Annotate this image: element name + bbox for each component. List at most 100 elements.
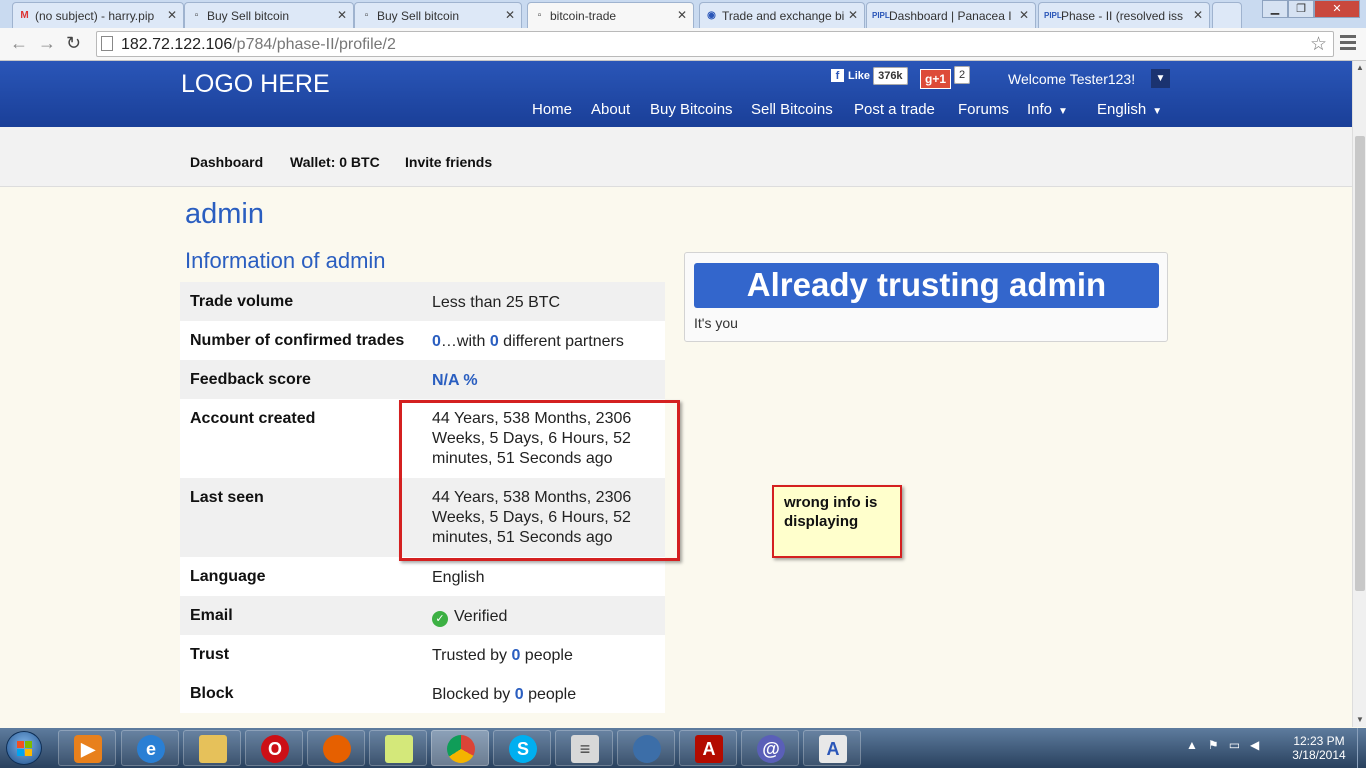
bookmark-star-icon[interactable]: ☆	[1310, 33, 1327, 56]
browser-tab-bar: M (no subject) - harry.pip ✕ ▫ Buy Sell …	[0, 0, 1366, 28]
document-icon: ≡	[571, 735, 599, 763]
tab-buy-sell-2[interactable]: ▫ Buy Sell bitcoin ✕	[354, 2, 522, 28]
blocked-by-count[interactable]: 0	[515, 686, 524, 703]
close-icon[interactable]: ✕	[337, 8, 347, 22]
back-icon[interactable]: ←	[10, 33, 28, 54]
table-row: Block Blocked by 0 people	[180, 674, 665, 713]
system-clock[interactable]: 12:23 PM 3/18/2014	[1288, 734, 1350, 762]
chevron-down-icon: ▼	[1058, 106, 1068, 117]
volume-icon[interactable]: ◀	[1250, 738, 1259, 752]
taskbar-adobe-reader[interactable]: A	[679, 730, 737, 766]
fb-like-label: Like	[848, 70, 871, 82]
scroll-down-icon[interactable]: ▼	[1353, 713, 1366, 727]
tab-phase-ii[interactable]: PIPL Phase - II (resolved iss ✕	[1038, 2, 1210, 28]
tab-label: Buy Sell bitcoin	[377, 9, 460, 23]
close-icon[interactable]: ✕	[1193, 8, 1203, 22]
scroll-up-icon[interactable]: ▲	[1353, 61, 1366, 75]
facebook-icon: f	[831, 69, 844, 82]
feedback-score-value[interactable]: N/A %	[432, 371, 652, 391]
new-tab-button[interactable]	[1212, 2, 1242, 28]
already-trusting-button[interactable]: Already trusting admin	[694, 263, 1159, 308]
chevron-down-icon: ▼	[1152, 106, 1163, 117]
value-text: people	[520, 647, 573, 664]
taskbar-chrome[interactable]	[431, 730, 489, 766]
trusted-by-count[interactable]: 0	[511, 647, 520, 664]
tab-buy-sell-1[interactable]: ▫ Buy Sell bitcoin ✕	[184, 2, 354, 28]
taskbar-thunderbird[interactable]	[617, 730, 675, 766]
google-plus-button[interactable]: g+1	[920, 69, 952, 89]
tab-gmail[interactable]: M (no subject) - harry.pip ✕	[12, 2, 184, 28]
partners-count[interactable]: 0	[490, 333, 499, 350]
close-icon[interactable]: ✕	[677, 8, 687, 22]
taskbar-skype[interactable]: S	[493, 730, 551, 766]
taskbar-sticky-notes[interactable]	[369, 730, 427, 766]
minimize-button[interactable]: ▁	[1262, 0, 1288, 18]
tab-bitcoin-trade[interactable]: ▫ bitcoin-trade ✕	[527, 2, 694, 28]
close-icon[interactable]: ✕	[1019, 8, 1029, 22]
taskbar-firefox[interactable]	[307, 730, 365, 766]
forward-icon[interactable]: →	[38, 33, 56, 54]
taskbar-file-explorer[interactable]	[183, 730, 241, 766]
tab-dashboard[interactable]: PIPL Dashboard | Panacea I ✕	[866, 2, 1036, 28]
nav-language[interactable]: English ▼	[1097, 101, 1162, 118]
row-value: Less than 25 BTC	[432, 294, 561, 311]
taskbar-internet-explorer[interactable]: e	[121, 730, 179, 766]
annotation-highlight-box	[399, 400, 680, 561]
taskbar-opera[interactable]: O	[245, 730, 303, 766]
value-text: Blocked by	[432, 686, 515, 703]
close-window-button[interactable]: ✕	[1314, 0, 1360, 18]
taskbar-app[interactable]: @	[741, 730, 799, 766]
nav-info-label: Info	[1027, 101, 1053, 118]
adobe-reader-icon: A	[695, 735, 723, 763]
subnav-wallet[interactable]: Wallet: 0 BTC	[290, 154, 380, 170]
row-label: Trade volume	[190, 293, 294, 310]
nav-about[interactable]: About	[591, 101, 630, 118]
maximize-button[interactable]: ❐	[1288, 0, 1314, 18]
page-icon: ▫	[364, 10, 369, 21]
nav-post-trade[interactable]: Post a trade	[854, 101, 935, 118]
close-icon[interactable]: ✕	[167, 8, 177, 22]
show-desktop-button[interactable]	[1357, 728, 1366, 768]
taskbar-text-editor[interactable]: A	[803, 730, 861, 766]
start-button[interactable]	[6, 731, 42, 765]
row-label: Email	[190, 607, 233, 624]
user-dropdown-icon[interactable]: ▼	[1151, 69, 1170, 88]
close-icon[interactable]: ✕	[505, 8, 515, 22]
gmail-icon: M	[20, 10, 29, 21]
tab-trade-exchange[interactable]: ◉ Trade and exchange bi ✕	[699, 2, 865, 28]
nav-info[interactable]: Info ▼	[1027, 101, 1068, 118]
show-hidden-icons-icon[interactable]: ▲	[1186, 738, 1198, 752]
nav-home[interactable]: Home	[532, 101, 572, 118]
page-icon	[101, 36, 113, 51]
table-row: Trade volume Less than 25 BTC	[180, 282, 665, 321]
taskbar-media-player[interactable]: ▶	[58, 730, 116, 766]
action-center-icon[interactable]: ⚑	[1208, 738, 1219, 752]
browser-menu-icon[interactable]	[1340, 35, 1356, 53]
site-logo[interactable]: LOGO HERE	[181, 70, 330, 99]
firefox-icon	[323, 735, 351, 763]
row-label: Language	[190, 568, 266, 585]
subnav-invite-friends[interactable]: Invite friends	[405, 154, 492, 170]
row-value: English	[432, 569, 485, 586]
nav-sell-bitcoins[interactable]: Sell Bitcoins	[751, 101, 833, 118]
confirmed-trades-count[interactable]: 0	[432, 333, 441, 350]
page-scrollbar[interactable]: ▲ ▼	[1352, 61, 1366, 727]
trust-panel: Already trusting admin It's you	[684, 252, 1168, 342]
facebook-like-button[interactable]: f Like 376k	[831, 67, 908, 89]
reload-icon[interactable]: ↻	[66, 33, 81, 54]
scrollbar-thumb[interactable]	[1355, 136, 1365, 591]
close-icon[interactable]: ✕	[848, 8, 858, 22]
tab-label: (no subject) - harry.pip	[35, 9, 155, 23]
nav-buy-bitcoins[interactable]: Buy Bitcoins	[650, 101, 733, 118]
subnav-dashboard[interactable]: Dashboard	[190, 154, 263, 170]
nav-forums[interactable]: Forums	[958, 101, 1009, 118]
row-label: Number of confirmed trades	[190, 332, 405, 349]
url-input[interactable]: 182.72.122.106/p784/phase-II/profile/2 ☆	[96, 31, 1334, 57]
network-icon[interactable]: ▭	[1229, 738, 1240, 752]
row-label: Block	[190, 685, 234, 702]
tab-label: bitcoin-trade	[550, 9, 617, 23]
windows-taskbar: ▶ e O S ≡ A @ A ▲ ⚑ ▭ ◀ 12:23 PM 3/18/20…	[0, 728, 1366, 768]
value-text: Trusted by	[432, 647, 512, 664]
tab-label: Phase - II (resolved iss	[1061, 9, 1184, 23]
taskbar-document[interactable]: ≡	[555, 730, 613, 766]
